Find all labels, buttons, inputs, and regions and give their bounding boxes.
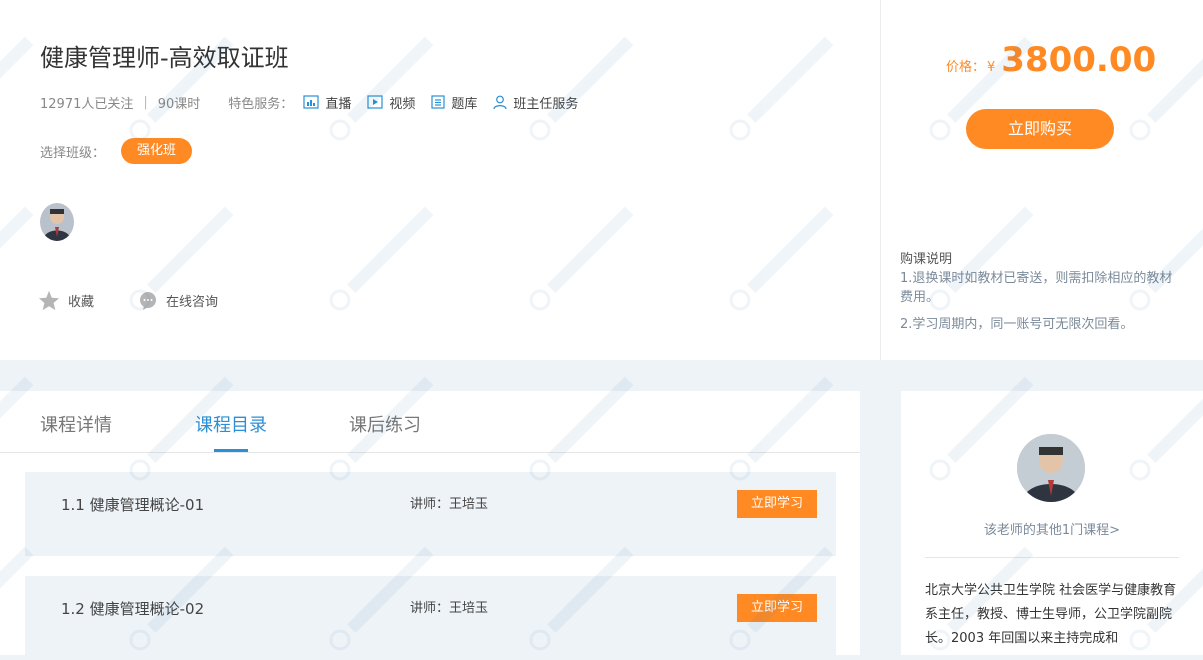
header-divider [880, 0, 881, 360]
tab-after-class-practice[interactable]: 课后练习 [349, 411, 421, 437]
consult-label: 在线咨询 [166, 295, 219, 310]
lesson-row: 1.2 健康管理概论-02 讲师：王培玉 立即学习 [25, 576, 836, 660]
active-tab-indicator [214, 449, 248, 452]
teacher-photo[interactable] [1017, 434, 1085, 502]
teacher-divider [925, 557, 1179, 558]
course-meta: 12971人已关注 | 90课时 特色服务： 直播 视频 题库 班主任服务 [40, 92, 594, 112]
live-icon [303, 95, 319, 109]
teacher-other-courses-link[interactable]: 该老师的其他1门课程> [901, 519, 1203, 538]
notice-item: 2.学习周期内，同一账号可无限次回看。 [900, 317, 1134, 332]
feature-question-bank[interactable]: 题库 [431, 93, 477, 112]
course-actions: 收藏 在线咨询 [38, 290, 262, 311]
study-now-button[interactable]: 立即学习 [737, 594, 817, 622]
consult-button[interactable]: 在线咨询 [138, 291, 218, 311]
star-icon [38, 290, 60, 311]
lesson-row: 1.1 健康管理概论-01 讲师：王培玉 立即学习 [25, 472, 836, 556]
features-label: 特色服务： [228, 96, 294, 112]
teacher-bio: 北京大学公共卫生学院 社会医学与健康教育系主任，教授、博士生导师，公卫学院副院长… [925, 583, 1177, 646]
favorite-label: 收藏 [68, 295, 95, 310]
favorite-button[interactable]: 收藏 [38, 290, 94, 311]
tab-course-details[interactable]: 课程详情 [40, 411, 112, 437]
question-bank-icon [431, 95, 445, 109]
lesson-title: 1.2 健康管理概论-02 [61, 600, 205, 618]
feature-video[interactable]: 视频 [367, 93, 415, 112]
price-label: 价格： [946, 60, 986, 75]
purchase-notice: 购课说明 1.退换课时如教材已寄送，则需扣除相应的教材费用。 2.学习周期内，同… [900, 250, 1185, 334]
price-value: 3800.00 [1001, 40, 1157, 80]
teacher-avatar[interactable] [40, 203, 74, 241]
course-hours: 90课时 [157, 96, 201, 112]
head-teacher-icon [493, 95, 507, 109]
course-header: 健康管理师-高效取证班 12971人已关注 | 90课时 特色服务： 直播 视频… [0, 0, 1203, 360]
feature-video-label: 视频 [389, 96, 416, 112]
feature-live[interactable]: 直播 [303, 93, 351, 112]
course-title: 健康管理师-高效取证班 [40, 44, 289, 72]
class-option-intensive[interactable]: 强化班 [121, 138, 193, 164]
teacher-panel: 该老师的其他1门课程> 北京大学公共卫生学院 社会医学与健康教育系主任，教授、博… [901, 391, 1203, 655]
currency-symbol: ¥ [987, 60, 996, 75]
feature-head-teacher-label: 班主任服务 [513, 96, 579, 112]
video-icon [367, 95, 383, 109]
feature-head-teacher[interactable]: 班主任服务 [493, 93, 578, 112]
lesson-teacher: 讲师：王培玉 [410, 497, 489, 512]
notice-title: 购课说明 [900, 252, 953, 267]
content-tabs: 课程详情 课程目录 课后练习 [0, 391, 860, 453]
chat-icon [140, 291, 157, 310]
class-selector: 选择班级： 强化班 [40, 138, 193, 164]
course-content-panel: 课程详情 课程目录 课后练习 1.1 健康管理概论-01 讲师：王培玉 立即学习… [0, 391, 860, 660]
followers-count: 12971人已关注 [40, 96, 134, 112]
select-class-label: 选择班级： [40, 145, 106, 161]
lesson-title: 1.1 健康管理概论-01 [61, 496, 205, 514]
notice-item: 1.退换课时如教材已寄送，则需扣除相应的教材费用。 [900, 271, 1173, 305]
feature-live-label: 直播 [325, 96, 352, 112]
feature-question-bank-label: 题库 [451, 96, 478, 112]
lesson-teacher: 讲师：王培玉 [410, 601, 489, 616]
buy-now-button[interactable]: 立即购买 [966, 109, 1114, 149]
price-display: 价格： ¥ 3800.00 [946, 40, 1156, 80]
tab-course-catalog[interactable]: 课程目录 [195, 411, 267, 437]
study-now-button[interactable]: 立即学习 [737, 490, 817, 518]
meta-separator: | [143, 94, 148, 110]
